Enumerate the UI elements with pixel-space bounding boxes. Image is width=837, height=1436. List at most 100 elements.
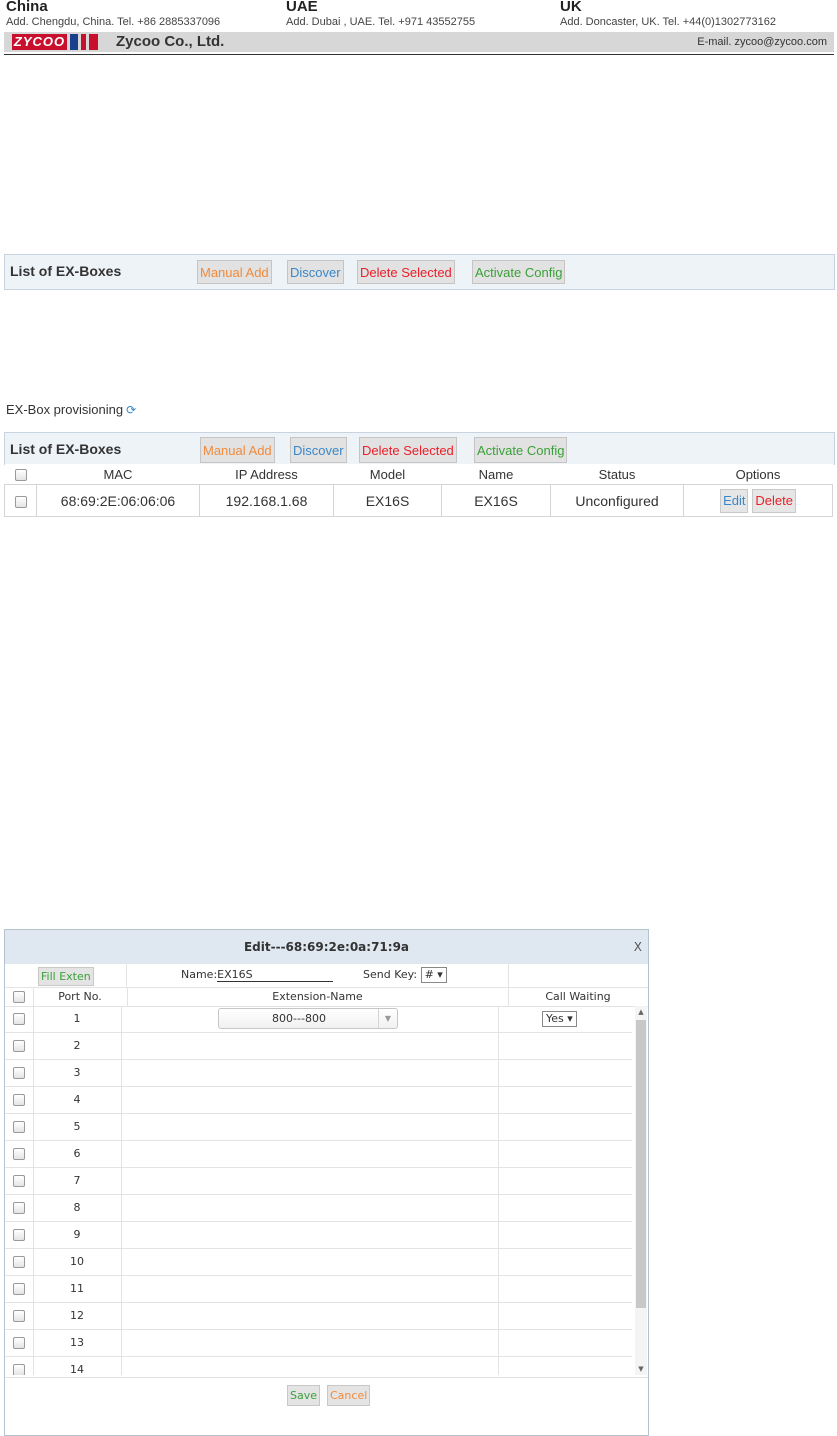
port-number: 10 <box>33 1249 122 1275</box>
row-checkbox[interactable] <box>13 1094 25 1106</box>
send-key-select[interactable]: # ▾ <box>420 967 447 983</box>
row-checkbox[interactable] <box>13 1175 25 1187</box>
extension-cell <box>121 1222 499 1248</box>
port-number: 3 <box>33 1060 122 1086</box>
col-call-waiting: Call Waiting <box>545 990 611 1003</box>
edit-button[interactable]: Edit <box>720 488 749 513</box>
refresh-icon[interactable]: ⟳ <box>126 403 136 417</box>
port-number: 6 <box>33 1141 122 1167</box>
dialog-title: Edit---68:69:2e:0a:71:9a <box>5 930 648 964</box>
call-waiting-cell <box>498 1330 632 1356</box>
vertical-scrollbar[interactable]: ▲ ▼ <box>635 1006 647 1375</box>
row-select-cell <box>5 1168 34 1194</box>
call-waiting-cell <box>498 1276 632 1302</box>
activate-config-button[interactable]: Activate Config <box>474 437 568 463</box>
call-waiting-cell <box>498 1357 632 1375</box>
manual-add-button[interactable]: Manual Add <box>200 437 275 463</box>
cell-options: Edit Delete <box>683 484 833 517</box>
save-button[interactable]: Save <box>287 1385 321 1406</box>
port-row: 7 <box>5 1168 632 1195</box>
ex-box-table: MAC IP Address Model Name Status Options… <box>4 464 833 517</box>
col-port-no: Port No. <box>33 988 128 1006</box>
activate-config-button[interactable]: Activate Config <box>472 260 566 284</box>
port-row: 12 <box>5 1303 632 1330</box>
row-select-cell <box>5 1114 34 1140</box>
table-header-row: MAC IP Address Model Name Status Options <box>4 464 833 485</box>
call-waiting-cell <box>498 1222 632 1248</box>
delete-selected-button[interactable]: Delete Selected <box>357 260 455 284</box>
port-row: 9 <box>5 1222 632 1249</box>
discover-button[interactable]: Discover <box>290 437 347 463</box>
logo-bars-icon <box>70 34 100 50</box>
dialog-header-row: Port No. Extension-Name Call Waiting <box>5 988 648 1007</box>
scroll-thumb[interactable] <box>636 1020 646 1308</box>
cell-ip: 192.168.1.68 <box>199 484 334 517</box>
port-number: 8 <box>33 1195 122 1221</box>
port-number: 9 <box>33 1222 122 1248</box>
call-waiting-value: Yes <box>546 1012 564 1025</box>
row-checkbox[interactable] <box>13 1067 25 1079</box>
row-checkbox[interactable] <box>13 1148 25 1160</box>
cell-mac: 68:69:2E:06:06:06 <box>36 484 200 517</box>
row-checkbox[interactable] <box>13 1121 25 1133</box>
extension-cell <box>121 1141 499 1167</box>
ex-box-toolbar: List of EX-Boxes Manual Add Discover Del… <box>4 254 835 290</box>
cell-model: EX16S <box>333 484 442 517</box>
row-checkbox[interactable] <box>14 495 27 508</box>
call-waiting-cell <box>498 1060 632 1086</box>
row-checkbox[interactable] <box>13 1256 25 1268</box>
row-checkbox[interactable] <box>13 1013 25 1025</box>
row-checkbox[interactable] <box>13 1040 25 1052</box>
port-row: 3 <box>5 1060 632 1087</box>
port-number: 4 <box>33 1087 122 1113</box>
extension-cell <box>121 1168 499 1194</box>
send-key-value: # <box>424 968 434 981</box>
call-waiting-cell <box>498 1249 632 1275</box>
port-number: 5 <box>33 1114 122 1140</box>
port-row: 11 <box>5 1276 632 1303</box>
close-icon[interactable]: X <box>634 930 642 964</box>
row-checkbox[interactable] <box>13 1364 25 1375</box>
company-name: Zycoo Co., Ltd. <box>116 33 225 50</box>
cancel-button[interactable]: Cancel <box>327 1385 371 1406</box>
office-address: Add. Doncaster, UK. Tel. +44(0)130277316… <box>560 16 776 28</box>
row-select-cell <box>5 1222 34 1248</box>
name-field: Name:EX16S <box>181 968 334 982</box>
manual-add-button[interactable]: Manual Add <box>197 260 272 284</box>
col-ip-address: IP Address <box>199 464 334 485</box>
row-select-cell <box>4 484 37 517</box>
office-country: China <box>6 0 48 15</box>
row-select-cell <box>5 1060 34 1086</box>
call-waiting-select[interactable]: Yes ▾ <box>542 1011 577 1027</box>
divider <box>4 54 834 55</box>
select-all-cell <box>5 988 34 1006</box>
select-all-checkbox[interactable] <box>14 469 27 482</box>
port-row: 1 800---800 ▼ Yes ▾ <box>5 1006 632 1033</box>
extension-cell <box>121 1060 499 1086</box>
row-checkbox[interactable] <box>13 1229 25 1241</box>
extension-select[interactable]: 800---800 ▼ <box>218 1008 398 1029</box>
row-select-cell <box>5 1141 34 1167</box>
select-all-checkbox[interactable] <box>13 991 25 1003</box>
port-grid: 1 800---800 ▼ Yes ▾ 2 3 4 5 6 7 8 9 10 1… <box>5 1006 635 1375</box>
delete-button[interactable]: Delete <box>752 488 796 513</box>
call-waiting-cell <box>498 1141 632 1167</box>
company-email: E-mail. zycoo@zycoo.com <box>697 36 827 48</box>
scroll-up-icon[interactable]: ▲ <box>635 1006 647 1018</box>
scroll-down-icon[interactable]: ▼ <box>635 1363 647 1375</box>
name-input[interactable]: EX16S <box>217 968 334 982</box>
col-options: Options <box>683 464 833 485</box>
row-checkbox[interactable] <box>13 1283 25 1295</box>
ex-box-list-toolbar: List of EX-Boxes Manual Add Discover Del… <box>4 432 835 465</box>
row-checkbox[interactable] <box>13 1202 25 1214</box>
discover-button[interactable]: Discover <box>287 260 344 284</box>
col-status: Status <box>550 464 684 485</box>
row-checkbox[interactable] <box>13 1310 25 1322</box>
call-waiting-cell <box>498 1087 632 1113</box>
row-select-cell <box>5 1249 34 1275</box>
row-select-cell <box>5 1303 34 1329</box>
row-checkbox[interactable] <box>13 1337 25 1349</box>
port-number: 2 <box>33 1033 122 1059</box>
delete-selected-button[interactable]: Delete Selected <box>359 437 457 463</box>
provisioning-label: EX-Box provisioning ⟳ <box>6 402 136 417</box>
